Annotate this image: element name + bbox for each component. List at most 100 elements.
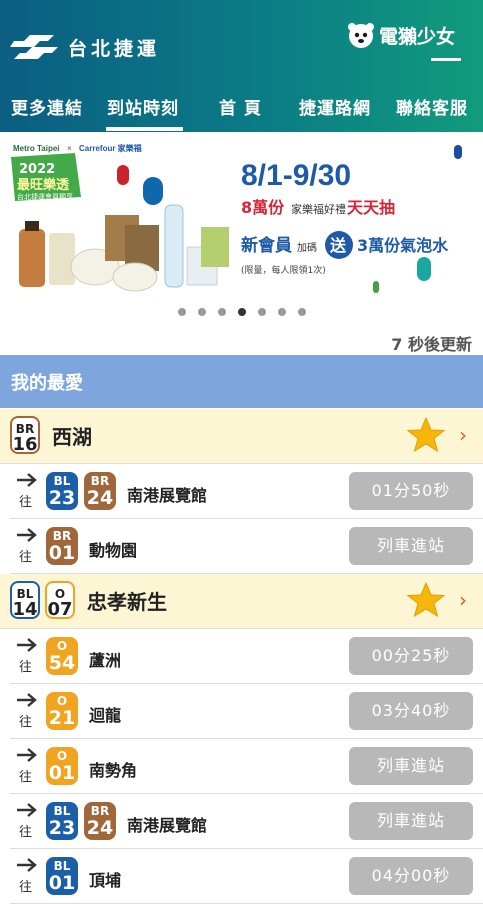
direction-label: 往: [19, 825, 33, 840]
arrow-right-icon: [16, 472, 38, 488]
promo-banner[interactable]: Metro Taipei × Carrefour 家樂福 2022 最旺樂透 台…: [5, 137, 478, 303]
arrival-row[interactable]: 往 O 21 迴龍 03分40秒: [10, 684, 483, 739]
product-bottle: [19, 229, 45, 287]
banner-dot[interactable]: [217, 308, 226, 316]
destination-line-badge: BL 23: [46, 802, 78, 840]
destination-name: 蘆洲: [89, 651, 122, 670]
destination-line-badge: O 01: [46, 747, 78, 785]
partner-x: ×: [67, 144, 72, 153]
direction-label: 往: [19, 880, 33, 895]
tab-arrival-time[interactable]: 到站時刻: [107, 94, 179, 119]
arrival-time-badge: 列車進站: [349, 747, 473, 785]
banner-dot-active[interactable]: [237, 308, 246, 316]
brand-text: 電獺少女: [379, 25, 456, 48]
direction-label: 往: [19, 770, 33, 785]
arrival-row[interactable]: 往 BL 23 BR 24 南港展覽館 01分50秒: [10, 464, 483, 519]
arrival-time-badge: 00分25秒: [349, 637, 473, 675]
station-number: 07: [47, 599, 73, 620]
promo-banner-art: Metro Taipei × Carrefour 家樂福 2022 最旺樂透 台…: [5, 137, 478, 303]
promo-line1-b: 家樂福好禮: [291, 202, 346, 216]
destination-line-badge: BL 23: [46, 472, 78, 510]
nav-tabs: 更多連結 到站時刻 首 頁 捷運路網 聯絡客服: [0, 90, 483, 132]
tab-customer-service[interactable]: 聯絡客服: [396, 94, 468, 119]
promo-line1-a: 8萬份: [241, 198, 285, 217]
arrival-row[interactable]: 往 O 54 蘆洲 00分25秒: [10, 629, 483, 684]
deco-blob-red: [117, 165, 129, 185]
destination-line-badge: BR 01: [46, 527, 78, 565]
banner-dot[interactable]: [257, 308, 266, 316]
banner-dot[interactable]: [277, 308, 286, 316]
arrival-time-badge: 03分40秒: [349, 692, 473, 730]
station-row[interactable]: BR 16 西湖 ›: [0, 409, 483, 464]
brand-underline: [431, 58, 461, 61]
deco-blob-blue-small: [454, 145, 462, 159]
promo-line2-d: 3萬份氣泡水: [357, 236, 449, 255]
favorite-star-icon[interactable]: [406, 581, 446, 618]
partner-metro: Metro Taipei: [13, 144, 60, 153]
favorite-star-icon[interactable]: [406, 416, 446, 453]
favorites-header: 我的最愛: [0, 355, 483, 408]
banner-pagination: [0, 308, 483, 316]
tab-home[interactable]: 首 頁: [219, 94, 262, 119]
station-number: 24: [86, 487, 114, 509]
deco-blob-teal: [417, 257, 431, 281]
campaign-subtitle: 台北捷運會員獨享: [17, 192, 73, 201]
station-name: 忠孝新生: [87, 590, 167, 614]
promo-line2-a: 新會員: [241, 235, 292, 256]
arrow-right-icon: [16, 747, 38, 763]
arrival-time-badge: 列車進站: [349, 527, 473, 565]
station-name: 西湖: [52, 425, 92, 449]
station-number: 54: [48, 652, 76, 674]
product-water-bottle: [164, 204, 184, 288]
metro-logo[interactable]: 台北捷運: [10, 33, 160, 61]
station-line-badge: BL 14: [10, 581, 40, 619]
destination-line-badge: BL 01: [46, 857, 78, 895]
arrival-row[interactable]: 往 BL 01 頂埔 04分00秒: [10, 849, 483, 904]
active-tab-indicator: [106, 127, 183, 131]
destination-line-badge: BR 24: [84, 802, 116, 840]
deco-blob-blue: [143, 177, 163, 205]
arrival-time-badge: 04分00秒: [349, 857, 473, 895]
arrival-row[interactable]: 往 BL 23 BR 24 南港展覽館 列車進站: [10, 794, 483, 849]
chevron-right-icon[interactable]: ›: [459, 588, 467, 612]
campaign-year: 2022: [19, 162, 55, 177]
tab-route-map[interactable]: 捷運路網: [299, 94, 371, 119]
destination-name: 南港展覽館: [127, 486, 208, 505]
destination-name: 南港展覽館: [127, 816, 208, 835]
favorites-title: 我的最愛: [11, 373, 83, 394]
promo-line2-c: 送: [329, 236, 347, 255]
arrow-right-icon: [16, 637, 38, 653]
station-line-badge: O 07: [45, 581, 75, 619]
logo-text: 台北捷運: [68, 37, 161, 60]
tab-more-links[interactable]: 更多連結: [11, 94, 83, 119]
destination-line-badge: O 54: [46, 637, 78, 675]
arrival-row[interactable]: 往 BR 01 動物園 列車進站: [10, 519, 483, 574]
station-number: 23: [48, 487, 76, 509]
product-bowl-2: [112, 262, 158, 292]
arrival-time-badge: 列車進站: [349, 802, 473, 840]
banner-dot[interactable]: [297, 308, 306, 316]
arrival-row[interactable]: 往 O 01 南勢角 列車進站: [10, 739, 483, 794]
product-bag: [49, 233, 75, 285]
destination-name: 頂埔: [89, 871, 122, 890]
banner-dot[interactable]: [177, 308, 186, 316]
station-row[interactable]: BL 14 O 07 忠孝新生 ›: [0, 574, 483, 629]
destination-name: 迴龍: [89, 706, 122, 725]
promo-note: (限量，每人限領1次): [241, 264, 326, 276]
product-bottle-cap: [25, 221, 39, 231]
arrival-time-badge: 01分50秒: [349, 472, 473, 510]
promo-line1-c: 天天抽: [347, 198, 395, 217]
arrow-right-icon: [16, 527, 38, 543]
refresh-countdown: 7 秒後更新: [391, 335, 472, 354]
chevron-right-icon[interactable]: ›: [459, 423, 467, 447]
brand-watermark: 電獺少女: [346, 20, 455, 50]
station-number: 14: [12, 599, 38, 620]
campaign-title: 最旺樂透: [17, 177, 69, 193]
arrow-right-icon: [16, 857, 38, 873]
station-number: 01: [48, 872, 76, 894]
partner-carrefour: Carrefour 家樂福: [79, 143, 142, 153]
destination-name: 南勢角: [89, 761, 138, 780]
destination-name: 動物園: [89, 541, 138, 560]
banner-dot[interactable]: [197, 308, 206, 316]
product-organic: [201, 227, 229, 267]
